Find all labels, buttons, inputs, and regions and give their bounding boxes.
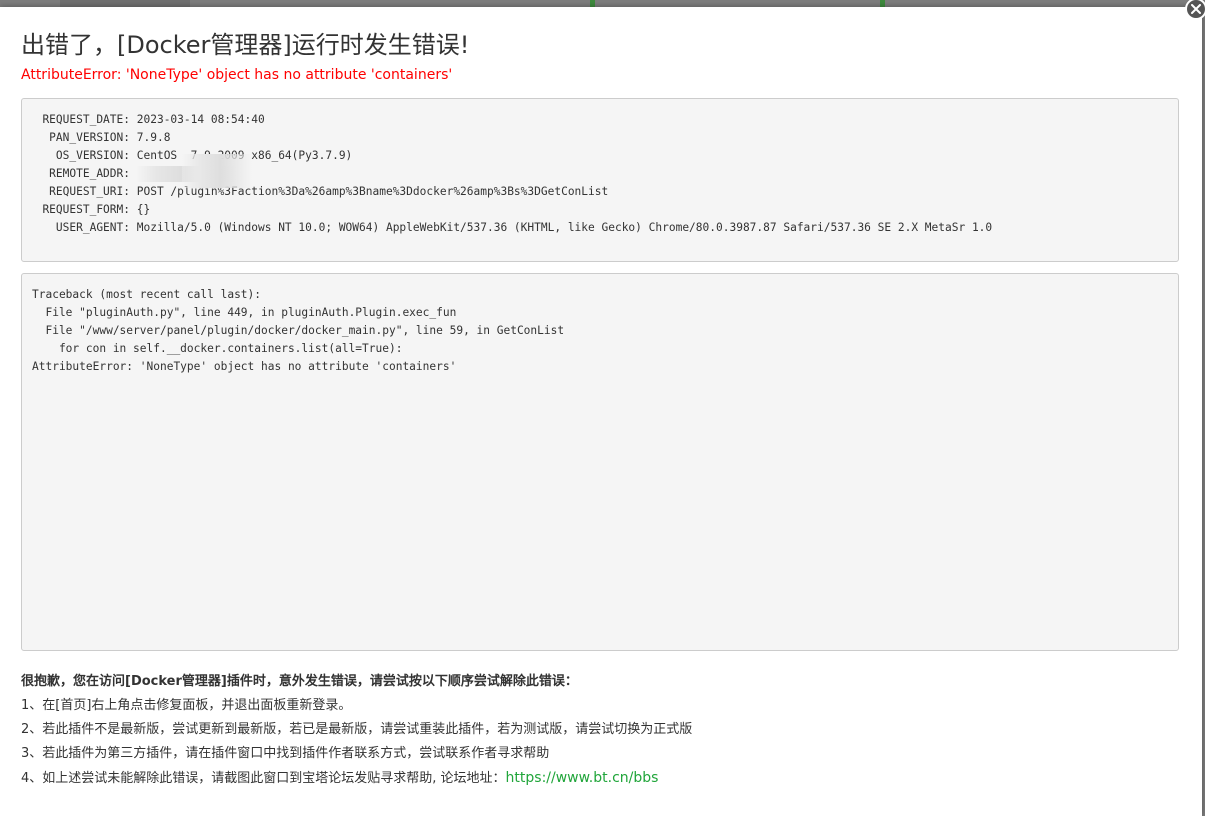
request-info-box: REQUEST_DATE: 2023-03-14 08:54:40 PAN_VE… <box>21 98 1179 262</box>
request-key: PAN_VERSION: <box>49 131 130 144</box>
request-key: USER_AGENT: <box>55 221 130 234</box>
dialog-title: 出错了，[Docker管理器]运行时发生错误! <box>21 31 470 59</box>
traceback-line: File "/www/server/panel/plugin/docker/do… <box>32 324 565 337</box>
request-key: REQUEST_FORM: <box>42 203 130 216</box>
request-key: OS_VERSION: <box>55 149 130 162</box>
traceback-line: for con in self.__docker.containers.list… <box>32 342 403 355</box>
request-key: REQUEST_URI: <box>49 185 130 198</box>
help-item: 1、在[首页]右上角点击修复面板，并退出面板重新登录。 <box>21 698 352 713</box>
close-button[interactable] <box>1185 0 1205 20</box>
request-key: REMOTE_ADDR: <box>49 167 130 180</box>
request-key: REQUEST_DATE: <box>42 113 130 126</box>
request-value: 2023-03-14 08:54:40 <box>136 113 265 126</box>
request-value: {} <box>136 203 151 216</box>
error-message: AttributeError: 'NoneType' object has no… <box>21 67 453 83</box>
request-row: USER_AGENT: Mozilla/5.0 (Windows NT 10.0… <box>32 219 1168 237</box>
request-value: Mozilla/5.0 (Windows NT 10.0; WOW64) App… <box>136 221 993 234</box>
close-icon <box>1191 4 1201 14</box>
request-row: REQUEST_FORM: {} <box>32 201 1168 219</box>
error-dialog: 出错了，[Docker管理器]运行时发生错误! AttributeError: … <box>0 7 1202 816</box>
help-item: 4、如上述尝试未能解除此错误，请截图此窗口到宝塔论坛发贴寻求帮助, 论坛地址：h… <box>21 766 692 790</box>
help-item-text: 4、如上述尝试未能解除此错误，请截图此窗口到宝塔论坛发贴寻求帮助, 论坛地址： <box>21 771 506 786</box>
request-row: PAN_VERSION: 7.9.8 <box>32 129 1168 147</box>
request-value: 7.9.8 <box>136 131 171 144</box>
redacted-overlay <box>182 154 252 188</box>
traceback-line: Traceback (most recent call last): <box>32 288 262 301</box>
help-section: 很抱歉，您在访问[Docker管理器]插件时，意外发生错误，请尝试按以下顺序尝试… <box>21 670 692 790</box>
traceback-box: Traceback (most recent call last): File … <box>21 273 1179 651</box>
traceback-line: AttributeError: 'NoneType' object has no… <box>32 360 457 373</box>
forum-link[interactable]: https://www.bt.cn/bbs <box>506 770 659 786</box>
help-item: 3、若此插件为第三方插件，请在插件窗口中找到插件作者联系方式，尝试联系作者寻求帮… <box>21 746 550 761</box>
request-row: REQUEST_DATE: 2023-03-14 08:54:40 <box>32 111 1168 129</box>
traceback-line: File "pluginAuth.py", line 449, in plugi… <box>32 306 457 319</box>
help-title: 很抱歉，您在访问[Docker管理器]插件时，意外发生错误，请尝试按以下顺序尝试… <box>21 674 578 689</box>
help-item: 2、若此插件不是最新版，尝试更新到最新版，若已是最新版，请尝试重装此插件，若为测… <box>21 722 693 737</box>
